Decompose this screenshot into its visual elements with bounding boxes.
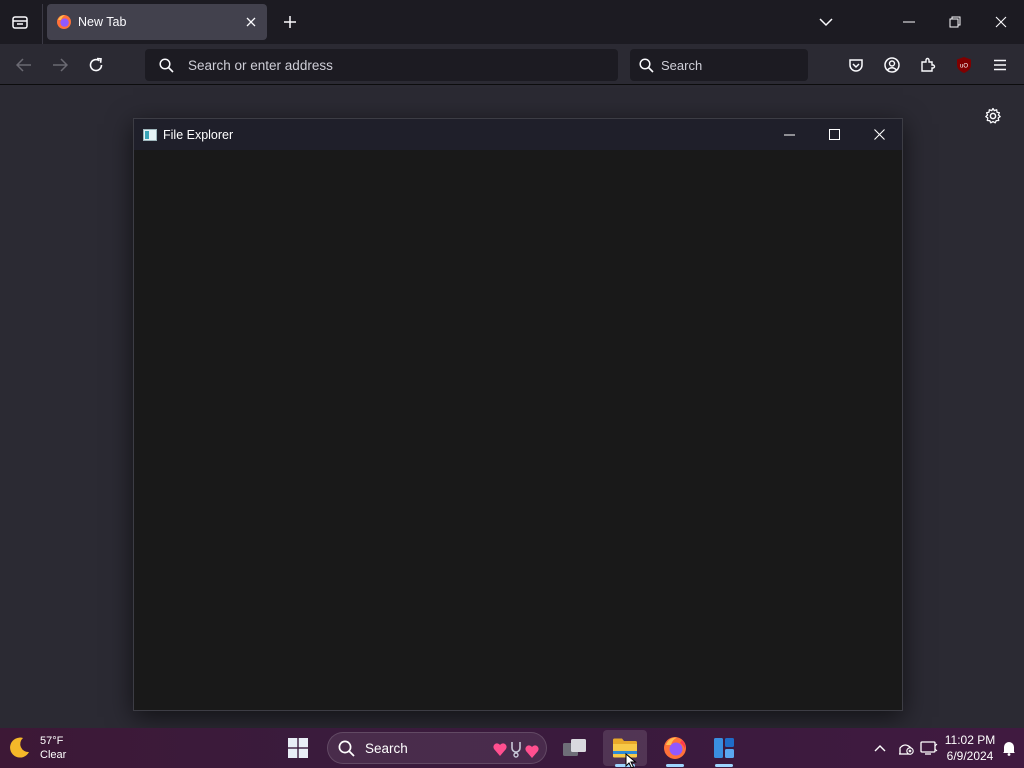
file-explorer-title: File Explorer [163,127,234,142]
close-icon [995,16,1007,28]
close-icon [873,129,885,140]
tab-close-button[interactable] [239,10,263,34]
tab-title: New Tab [78,15,127,29]
maximize-icon [828,129,840,140]
widgets-icon [714,738,734,758]
taskbar-search-label: Search [365,740,408,756]
tab-strip: New Tab [0,0,1024,44]
back-button[interactable] [9,50,39,80]
ublock-badge-text: uO [960,64,968,70]
list-all-tabs-button[interactable] [812,8,840,36]
app-menu-button[interactable] [985,50,1015,80]
pocket-icon [849,58,863,72]
task-view-icon [563,739,586,756]
restore-icon [949,16,961,28]
extensions-button[interactable] [913,50,943,80]
search-icon [159,57,174,73]
system-clock[interactable]: 11:02 PM 6/9/2024 [940,732,1000,764]
pocket-button[interactable] [841,50,871,80]
notifications-button[interactable] [998,737,1020,759]
file-explorer-window[interactable]: File Explorer [133,118,903,711]
file-explorer-titlebar[interactable]: File Explorer [134,119,902,150]
network-disconnected-icon [899,744,914,755]
file-explorer-app-icon [143,128,157,141]
firefox-view-icon [12,16,28,29]
firefox-icon [664,737,686,759]
back-arrow-icon [16,58,31,72]
extensions-icon [921,57,936,72]
search-input[interactable] [661,57,801,73]
running-app-indicator [715,764,733,767]
ublock-button[interactable]: uO [949,50,979,80]
browser-close-button[interactable] [978,0,1024,44]
ublock-icon: uO [957,57,971,73]
minimize-icon [903,21,915,23]
network-status-button[interactable] [895,737,917,759]
task-view-button[interactable] [553,730,597,766]
clock-time: 11:02 PM [944,733,996,747]
explorer-minimize-button[interactable] [766,119,812,150]
search-icon [639,57,654,73]
search-icon [338,740,355,757]
taskbar-firefox[interactable] [653,730,697,767]
search-bar[interactable] [630,49,808,81]
volume-button[interactable] [918,737,940,759]
forward-arrow-icon [53,58,68,72]
account-icon [884,57,900,73]
account-button[interactable] [877,50,907,80]
tab-separator [42,4,43,44]
new-tab-button[interactable] [276,8,304,36]
gear-icon [985,107,1001,124]
plus-icon [284,16,296,28]
address-input[interactable] [188,57,568,73]
weather-condition: Clear [40,749,67,761]
show-hidden-icons-button[interactable] [870,738,890,758]
taskbar-widgets[interactable] [702,730,746,767]
bell-icon [1003,742,1015,756]
display-speaker-icon [920,741,938,755]
taskbar: 57°F Clear Search 11:02 PM 6/9/2024 [0,728,1024,768]
forward-button[interactable] [45,50,75,80]
explorer-close-button[interactable] [856,119,902,150]
mouse-cursor-icon [625,753,637,768]
browser-minimize-button[interactable] [886,0,932,44]
navigation-toolbar: uO [0,44,1024,85]
taskbar-search[interactable]: Search [327,732,547,764]
search-highlight-hearts-icon [493,742,539,758]
firefox-view-button[interactable] [6,8,34,36]
clock-date: 6/9/2024 [946,749,994,763]
chevron-up-icon [874,745,886,752]
reload-icon [89,57,103,72]
weather-widget[interactable]: 57°F Clear [6,733,66,763]
explorer-maximize-button[interactable] [811,119,857,150]
running-app-indicator [666,764,684,767]
browser-restore-button[interactable] [932,0,978,44]
moon-icon [10,737,30,758]
minimize-icon [783,134,795,135]
hamburger-menu-icon [994,59,1006,71]
tab-new-tab[interactable]: New Tab [47,4,267,40]
windows-logo-icon [288,738,308,758]
customize-new-tab-button[interactable] [980,103,1006,129]
file-explorer-content [134,150,902,710]
close-icon [246,17,256,27]
weather-temperature: 57°F [40,735,64,747]
reload-button[interactable] [81,50,111,80]
start-button[interactable] [276,730,320,766]
firefox-icon [57,15,71,29]
address-bar[interactable] [145,49,618,81]
chevron-down-icon [819,18,833,27]
